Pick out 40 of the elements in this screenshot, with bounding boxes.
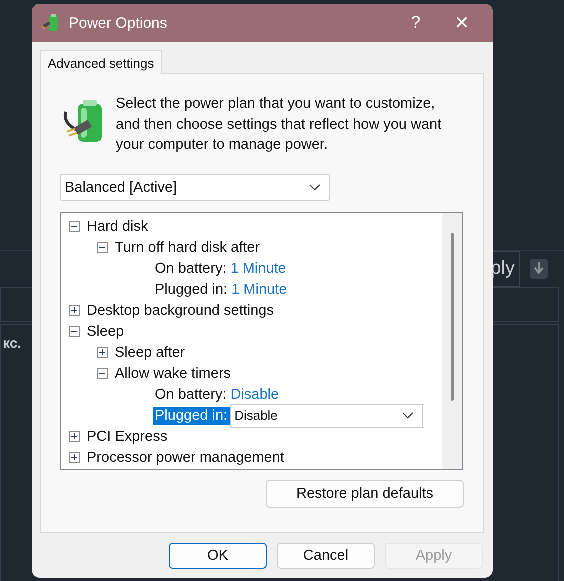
setting-value-link[interactable]: 1 Minute [232,282,288,298]
setting-value-link[interactable]: 1 Minute [230,260,286,276]
expand-icon[interactable] [97,347,108,358]
setting-label[interactable]: On battery: [153,386,229,404]
value-dropdown[interactable]: Disable [230,404,423,428]
tree-item[interactable]: Sleep [87,324,124,340]
setting-label[interactable]: On battery: [153,260,229,278]
download-icon[interactable] [530,259,548,279]
tree-item[interactable]: Desktop background settings [87,302,274,318]
tree-item[interactable]: PCI Express [87,428,168,444]
background-text: кс. [3,335,22,351]
chevron-down-icon [309,184,321,192]
instruction-text: Select the power plan that you want to customize, and then choose settings that reflect how you want your computer to manage power. [116,95,443,152]
close-button[interactable]: ✕ [439,4,485,42]
expand-icon[interactable] [69,305,80,316]
battery-plug-icon [41,13,61,33]
tree-item[interactable]: Processor power management [87,450,284,466]
collapse-icon[interactable] [69,326,80,337]
setting-label[interactable]: Plugged in: [153,280,230,298]
collapse-icon[interactable] [97,368,108,379]
tree-item[interactable]: Hard disk [87,218,148,234]
tree-item[interactable]: Turn off hard disk after [115,240,260,256]
window-title: Power Options [69,14,168,32]
tree-item[interactable]: Sleep after [115,344,186,360]
expand-icon[interactable] [69,431,80,442]
tab[interactable]: Advanced settings [40,50,162,74]
collapse-icon[interactable] [69,221,80,232]
setting-value-link[interactable]: Disable [230,386,280,402]
dialog-button[interactable]: OK [169,543,267,569]
expand-icon[interactable] [69,452,80,463]
scrollbar[interactable] [442,213,462,469]
collapse-icon[interactable] [97,242,108,253]
restore-defaults-button[interactable]: Restore plan defaults [266,480,464,508]
tree-item[interactable]: Allow wake timers [115,366,232,382]
dialog-button[interactable]: Cancel [277,543,375,569]
chevron-down-icon [402,412,414,420]
plan-dropdown[interactable]: Balanced [Active] [60,174,330,201]
setting-label[interactable]: Plugged in: [153,406,230,424]
help-button[interactable]: ? [393,4,439,42]
scrollbar-thumb[interactable] [450,233,454,401]
